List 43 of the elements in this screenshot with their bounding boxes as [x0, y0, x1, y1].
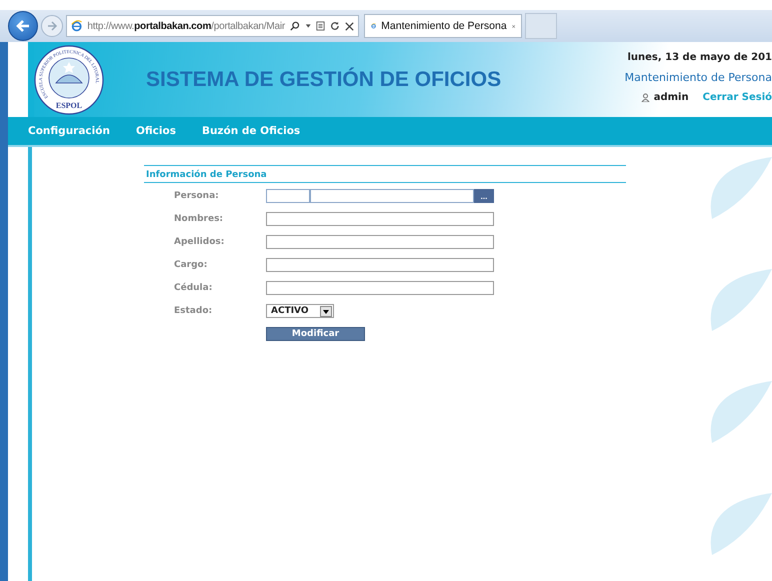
leaf-drawing — [708, 381, 772, 443]
section-title: Información de Persona — [144, 165, 626, 183]
leaf-drawing — [708, 269, 772, 331]
search-icon[interactable] — [290, 20, 300, 32]
refresh-icon[interactable] — [330, 20, 340, 32]
field-label: Nombres: — [174, 214, 224, 224]
nav-link[interactable]: Buzón de Oficios — [194, 125, 314, 137]
username: admin — [654, 92, 689, 103]
page-title: Mantenimiento de Persona — [624, 71, 772, 84]
url-text: http://www.portalbakan.com/portalbakan/Mair — [87, 20, 286, 32]
caret-icon — [320, 306, 332, 316]
field-label: Estado: — [174, 306, 214, 316]
logout-link[interactable]: Cerrar Sesió — [702, 92, 772, 103]
input-field[interactable] — [266, 235, 494, 249]
leaf-drawing — [708, 157, 772, 219]
nav-link[interactable]: Oficios — [128, 125, 190, 137]
name-field[interactable] — [310, 189, 474, 203]
caret-icon[interactable] — [304, 23, 312, 29]
field-label: Cargo: — [174, 260, 208, 270]
search-button[interactable]: ... — [474, 189, 494, 203]
leaf-drawing — [708, 493, 772, 555]
code-field[interactable] — [266, 189, 310, 203]
field-label: Persona: — [174, 191, 220, 201]
right-arrow-icon — [46, 20, 58, 32]
user-icon — [640, 93, 650, 102]
modify-button[interactable]: Modificar — [266, 327, 365, 341]
field-label: Apellidos: — [174, 237, 226, 247]
browser-tab[interactable]: Mantenimiento de Persona — [364, 14, 522, 38]
tab-title: Mantenimiento de Persona — [381, 20, 507, 32]
forward-button[interactable] — [41, 15, 63, 37]
status-dropdown[interactable]: ACTIVO — [266, 304, 334, 318]
input-field[interactable] — [266, 258, 494, 272]
field-label: Cédula: — [174, 283, 214, 293]
system-title: SISTEMA DE GESTIÓN DE OFICIOS — [146, 68, 502, 92]
back-button[interactable] — [8, 11, 38, 41]
input-field[interactable] — [266, 281, 494, 295]
date-text: lunes, 13 de mayo de 201 — [627, 52, 772, 63]
compatibility-icon[interactable] — [316, 20, 326, 32]
input-field[interactable] — [266, 212, 494, 226]
browser-logo-icon — [71, 19, 82, 33]
address-bar[interactable]: http://www.portalbakan.com/portalbakan/Mair — [66, 15, 359, 37]
close-icon[interactable] — [345, 20, 354, 32]
nav-link[interactable]: Configuración — [20, 125, 124, 137]
